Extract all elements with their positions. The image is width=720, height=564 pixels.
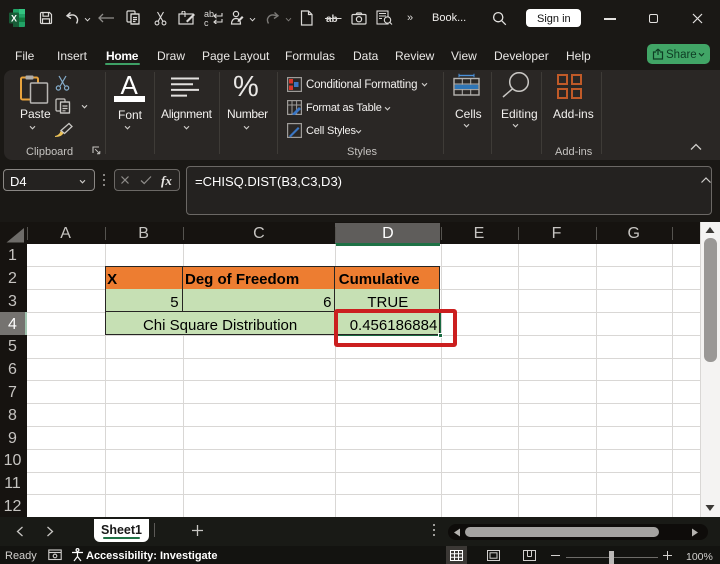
svg-text:X: X	[11, 14, 17, 24]
svg-text:c: c	[204, 18, 209, 28]
